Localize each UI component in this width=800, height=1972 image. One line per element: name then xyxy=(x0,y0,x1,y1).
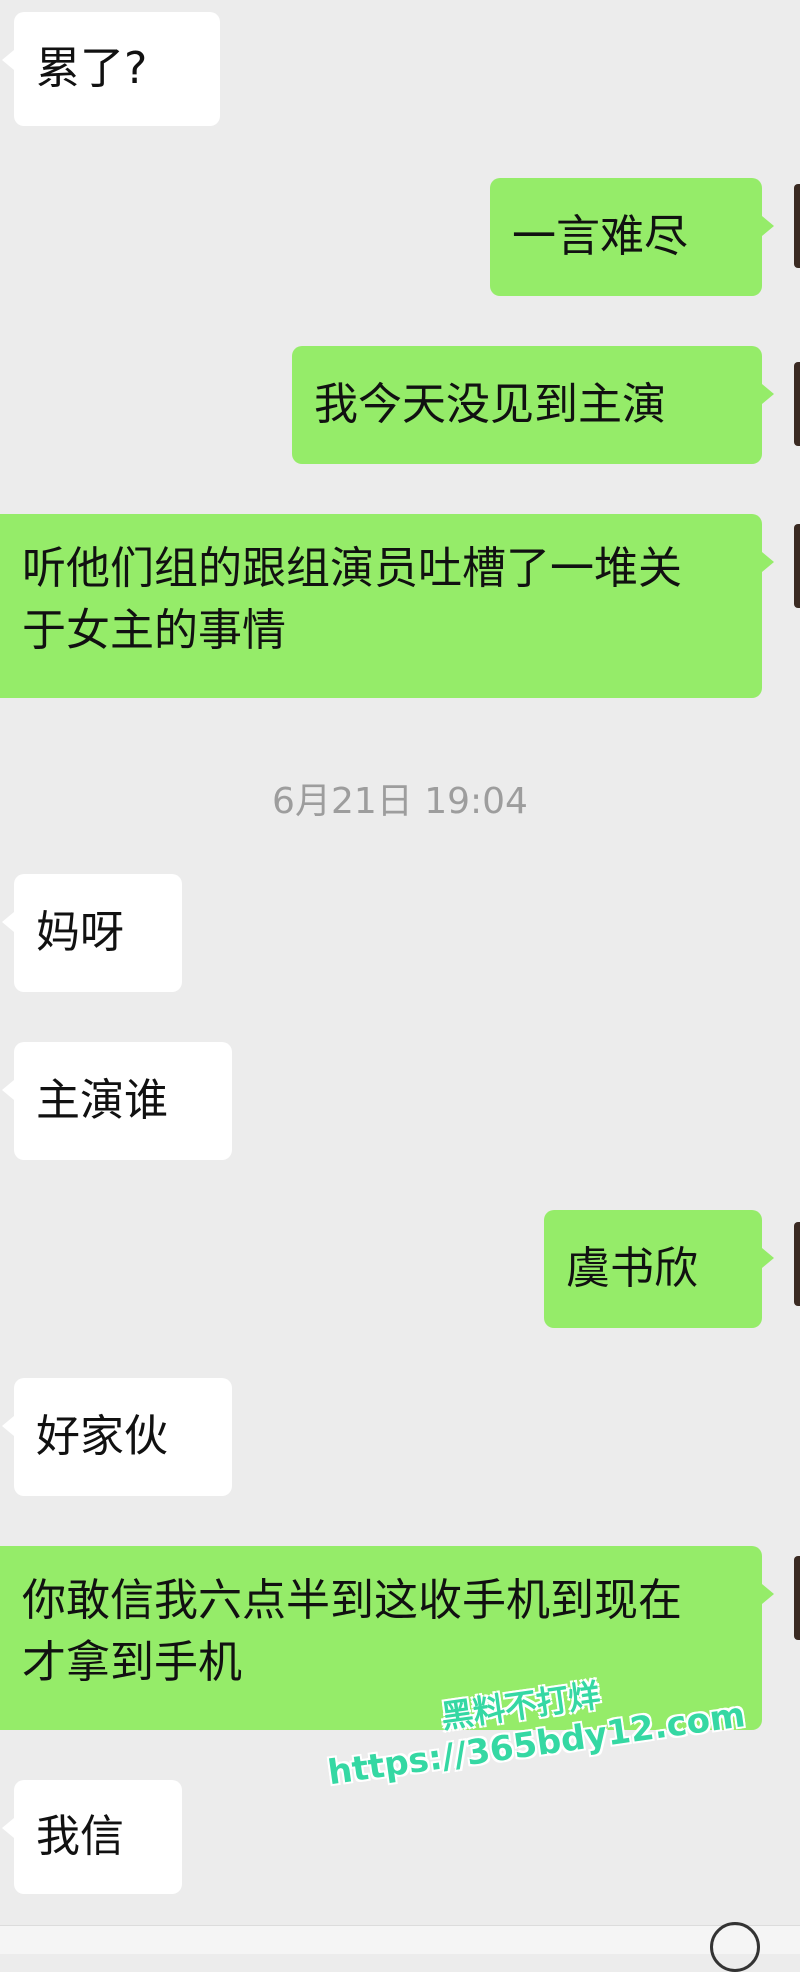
avatar[interactable] xyxy=(794,1222,800,1306)
message-text: 我信 xyxy=(36,1811,124,1862)
message-outgoing[interactable]: 一言难尽 xyxy=(490,178,774,296)
avatar[interactable] xyxy=(794,1556,800,1640)
message-outgoing[interactable]: 虞书欣 xyxy=(544,1210,774,1328)
message-text: 听他们组的跟组演员吐槽了一堆关于女主的事情 xyxy=(22,543,682,656)
message-text: 一言难尽 xyxy=(512,211,688,262)
message-incoming[interactable]: 我信 xyxy=(2,1780,182,1894)
avatar[interactable] xyxy=(794,362,800,446)
message-text: 好家伙 xyxy=(36,1411,168,1462)
message-text: 主演谁 xyxy=(36,1075,168,1126)
voice-icon[interactable] xyxy=(710,1922,760,1972)
message-incoming[interactable]: 好家伙 xyxy=(2,1378,232,1496)
message-text: 妈呀 xyxy=(36,907,124,958)
message-text: 累了? xyxy=(36,43,148,94)
message-text: 我今天没见到主演 xyxy=(314,379,666,430)
message-outgoing[interactable]: 我今天没见到主演 xyxy=(292,346,774,464)
message-text: 虞书欣 xyxy=(566,1243,698,1294)
message-outgoing[interactable]: 听他们组的跟组演员吐槽了一堆关于女主的事情 xyxy=(0,514,774,698)
avatar[interactable] xyxy=(794,184,800,268)
timestamp: 6月21日 19:04 xyxy=(272,781,528,822)
chat-view: 累了? 一言难尽 我今天没见到主演 听他们组的跟组演员吐槽了一堆关于女主的事情 … xyxy=(0,0,800,1972)
message-incoming[interactable]: 妈呀 xyxy=(2,874,182,992)
message-incoming[interactable]: 主演谁 xyxy=(2,1042,232,1160)
avatar[interactable] xyxy=(794,524,800,608)
message-incoming[interactable]: 累了? xyxy=(2,12,220,126)
input-bar xyxy=(0,1922,800,1972)
